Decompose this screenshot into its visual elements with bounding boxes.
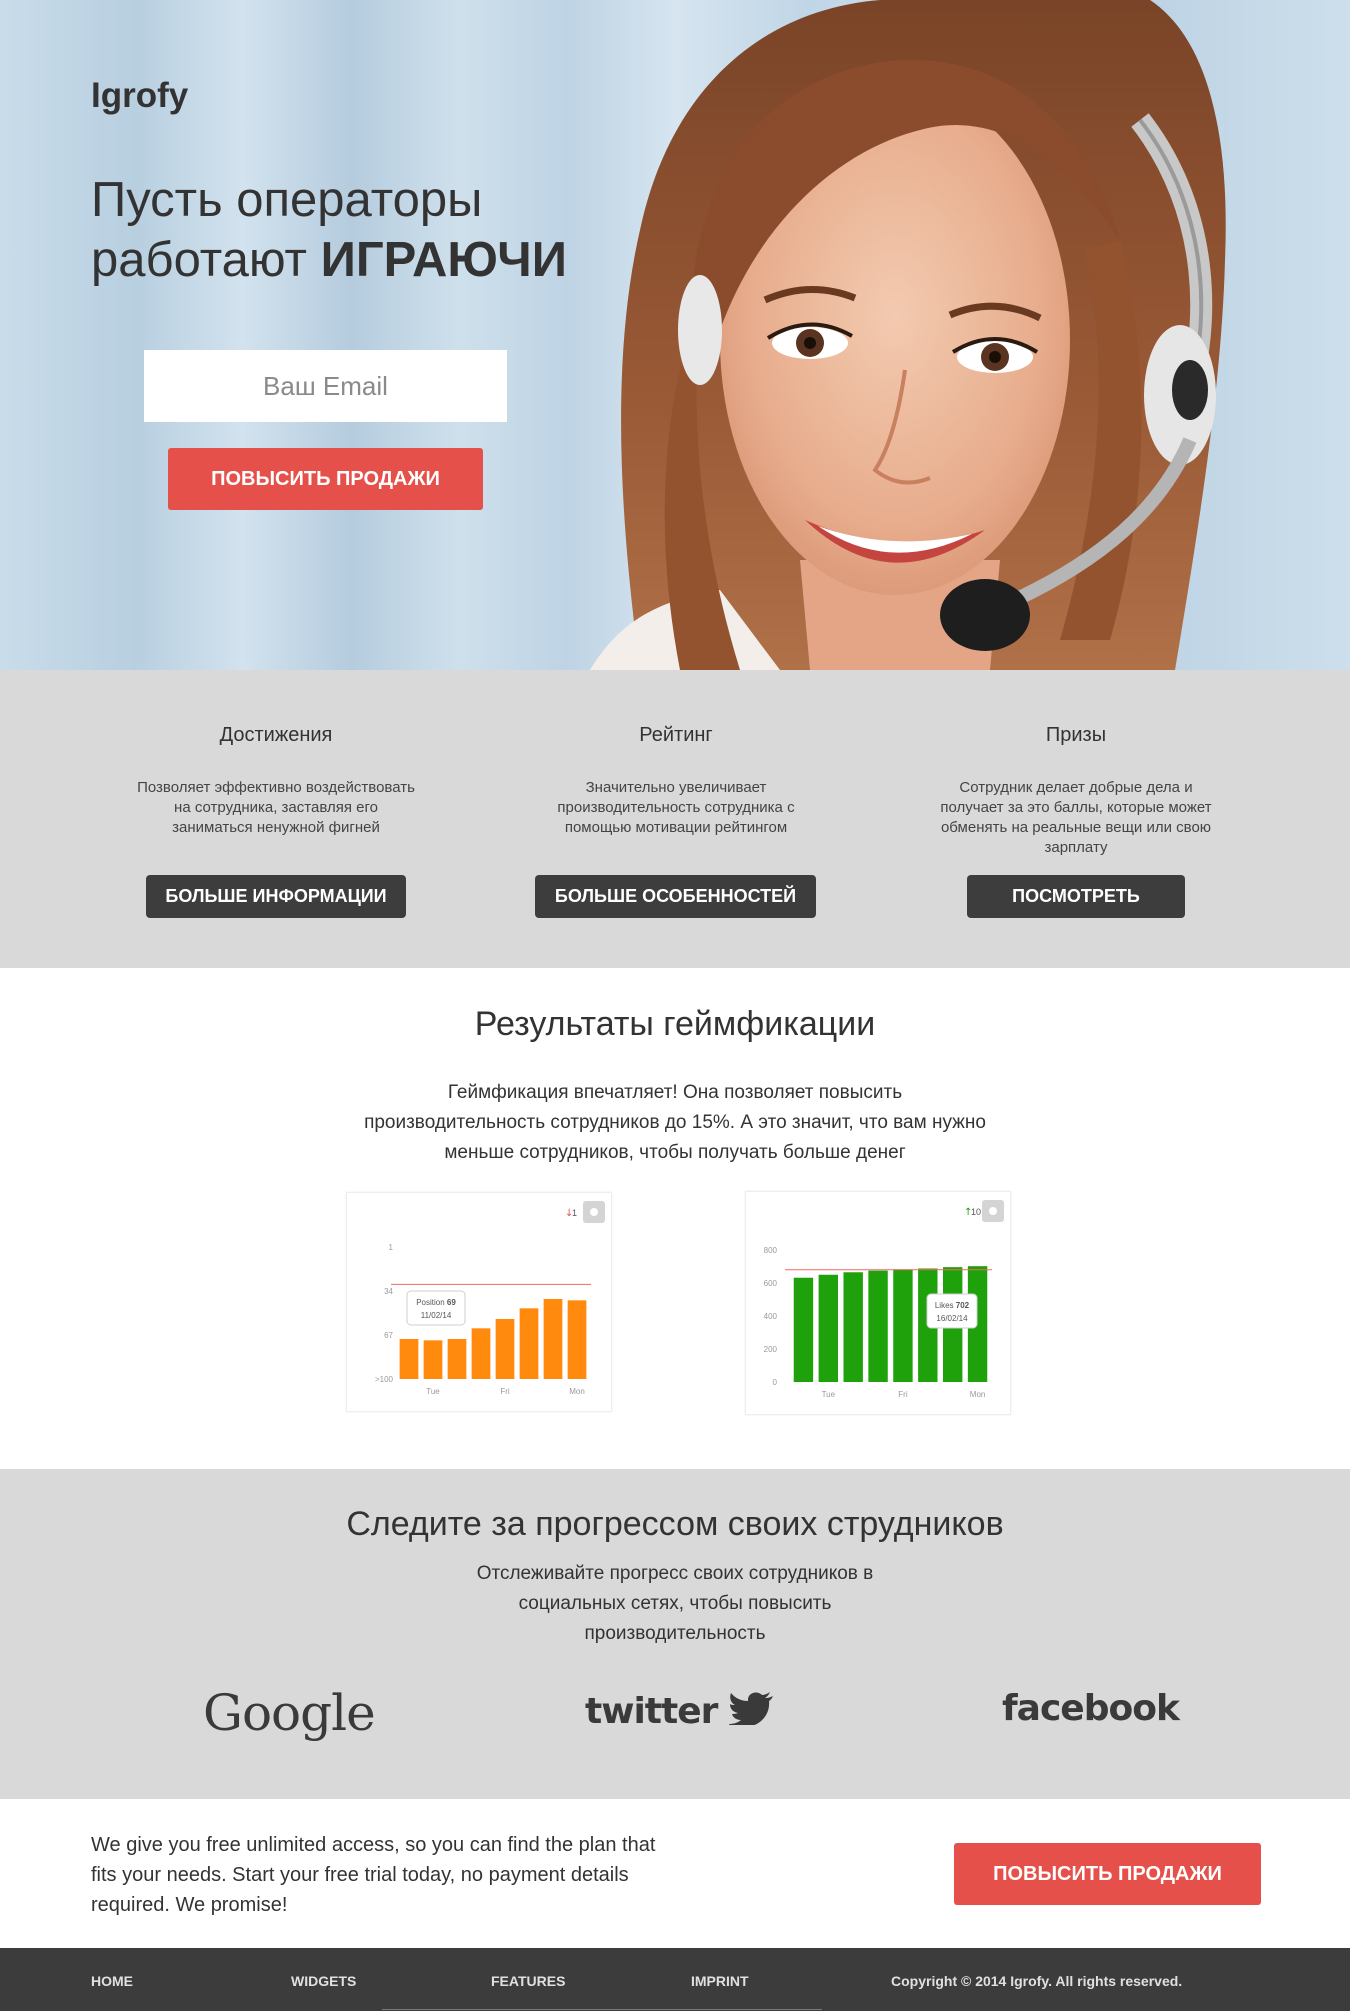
- chart-y-tick-label: 1: [389, 1243, 394, 1252]
- chart-bar: [818, 1274, 839, 1382]
- chart-y-tick-label: 600: [764, 1279, 778, 1288]
- google-logo[interactable]: Google: [203, 1684, 376, 1742]
- chart-bar: [567, 1300, 587, 1379]
- position-chart: ↓113467>100Tue Fri MonPosition 6911/02/14: [375, 1201, 605, 1396]
- feature-text: Значительно увеличивает производительнос…: [557, 779, 795, 836]
- feature-text: Сотрудник делает добрые дела и получает …: [940, 779, 1212, 856]
- feature-rating: Рейтинг Значительно увеличивает производ…: [536, 670, 816, 872]
- copyright: Copyright © 2014 Igrofy. All rights rese…: [891, 1973, 1183, 1989]
- more-info-button[interactable]: БОЛЬШЕ ИНФОРМАЦИИ: [146, 875, 406, 918]
- chart-tooltip-label: Likes 702: [935, 1301, 970, 1310]
- view-button[interactable]: ПОСМОТРЕТЬ: [967, 875, 1185, 918]
- likes-chart: ↑108006004002000Tue Fri MonLikes 70216/02/…: [764, 1200, 1004, 1399]
- hero-operator-photo: [590, 0, 1226, 670]
- footer: HOME WIDGETS FEATURES IMPRINT Copyright …: [0, 1948, 1350, 2011]
- chart-x-tick-label: Mon: [569, 1387, 585, 1396]
- chart-bar: [399, 1339, 419, 1379]
- chart-bar: [893, 1269, 913, 1382]
- chart-tooltip-label: Position 69: [416, 1298, 456, 1307]
- chart-x-tick-label: Mon: [970, 1390, 986, 1399]
- chart-bar: [868, 1270, 888, 1382]
- chart-x-tick-label: Fri: [500, 1387, 510, 1396]
- facebook-logo[interactable]: facebook: [1002, 1688, 1180, 1729]
- chart-settings-icon-glyph: [590, 1208, 598, 1216]
- feature-title: Достижения: [219, 724, 333, 746]
- chart-y-tick-label: 0: [773, 1378, 778, 1387]
- chart-bar: [843, 1272, 863, 1382]
- chart-x-tick-label: Fri: [898, 1390, 908, 1399]
- more-features-button[interactable]: БОЛЬШЕ ОСОБЕННОСТЕЙ: [535, 875, 816, 918]
- hero-title: Пусть операторы работают ИГРАЮЧИ: [91, 170, 651, 290]
- position-chart-card: ↓ 1 1 34 67 >100 Tue Fri Mon Position 69 11/02/14: [346, 1192, 612, 1412]
- promo-cta-button[interactable]: ПОВЫСИТЬ ПРОДАЖИ: [954, 1843, 1261, 1905]
- chart-tooltip-label-text: Position: [416, 1298, 447, 1307]
- feature-title: Рейтинг: [639, 724, 713, 746]
- chart-tooltip-label-text: Likes: [935, 1301, 956, 1310]
- chart-bar: [447, 1339, 467, 1379]
- features-section: Достижения Позволяет эффективно воздейст…: [0, 670, 1350, 968]
- twitter-logo[interactable]: twitter: [585, 1691, 775, 1732]
- hero-section: Igrofy Пусть операторы работают ИГРАЮЧИ …: [0, 0, 1350, 670]
- chart-y-tick-label: 800: [764, 1246, 778, 1255]
- social-section: Следите за прогрессом своих струдников О…: [0, 1469, 1350, 1799]
- footer-link-home[interactable]: HOME: [91, 1973, 133, 1989]
- results-text: Геймфикация впечатляет! Она позволяет по…: [364, 1082, 986, 1163]
- likes-chart-card: ↑ 10 800 600 400 200 0 Tue Fri Mon Likes 702 16/02/…: [745, 1191, 1011, 1415]
- chart-x-tick-label: Tue: [822, 1390, 836, 1399]
- chart-y-tick-label: >100: [375, 1375, 394, 1384]
- feature-title: Призы: [1045, 724, 1107, 746]
- chart-tooltip-date: 16/02/14: [936, 1314, 968, 1323]
- chart-y-tick-label: 67: [384, 1331, 393, 1340]
- chart-bar: [543, 1299, 563, 1379]
- chart-tooltip-value: 702: [956, 1301, 970, 1310]
- feature-achievements: Достижения Позволяет эффективно воздейст…: [136, 670, 416, 872]
- chart-bar: [495, 1319, 515, 1379]
- results-title: Результаты геймфикации: [474, 1005, 876, 1043]
- footer-link-widgets[interactable]: WIDGETS: [291, 1973, 356, 1989]
- footer-link-features[interactable]: FEATURES: [491, 1973, 565, 1989]
- chart-bar: [471, 1328, 491, 1379]
- twitter-bird-icon: [727, 1692, 773, 1728]
- chart-y-tick-label: 400: [764, 1312, 778, 1321]
- chart-y-tick-label: 34: [384, 1287, 393, 1296]
- promo-text: We give you free unlimited access, so yo…: [91, 1834, 656, 1916]
- hero-title-line1: Пусть операторы: [91, 173, 483, 227]
- chart-badge: 1: [572, 1208, 577, 1218]
- hero-title-line2-prefix: работают: [91, 233, 321, 287]
- chart-tooltip-date: 11/02/14: [421, 1311, 452, 1320]
- hero-title-line2-strong: ИГРАЮЧИ: [320, 233, 567, 287]
- chart-settings-icon-glyph: [989, 1207, 997, 1215]
- chart-y-tick-label: 200: [764, 1345, 778, 1354]
- social-text: Отслеживайте прогресс своих сотрудников …: [476, 1563, 874, 1644]
- feature-text: Позволяет эффективно воздействовать на с…: [137, 779, 415, 836]
- chart-bar: [423, 1340, 443, 1379]
- social-title: Следите за прогрессом своих струдников: [346, 1505, 1004, 1543]
- footer-divider: [382, 2009, 822, 2010]
- chart-bar: [793, 1277, 814, 1382]
- logo[interactable]: Igrofy: [91, 76, 188, 116]
- chart-badge: 10: [971, 1207, 981, 1217]
- hero-cta-button[interactable]: ПОВЫСИТЬ ПРОДАЖИ: [168, 448, 483, 510]
- feature-prizes: Призы Сотрудник делает добрые дела и пол…: [936, 670, 1216, 872]
- twitter-wordmark: twitter: [585, 1691, 718, 1732]
- chart-x-tick-label: Tue: [426, 1387, 440, 1396]
- chart-bar: [519, 1308, 539, 1379]
- email-input[interactable]: [144, 350, 507, 422]
- footer-link-imprint[interactable]: IMPRINT: [691, 1973, 749, 1989]
- chart-tooltip-value: 69: [447, 1298, 456, 1307]
